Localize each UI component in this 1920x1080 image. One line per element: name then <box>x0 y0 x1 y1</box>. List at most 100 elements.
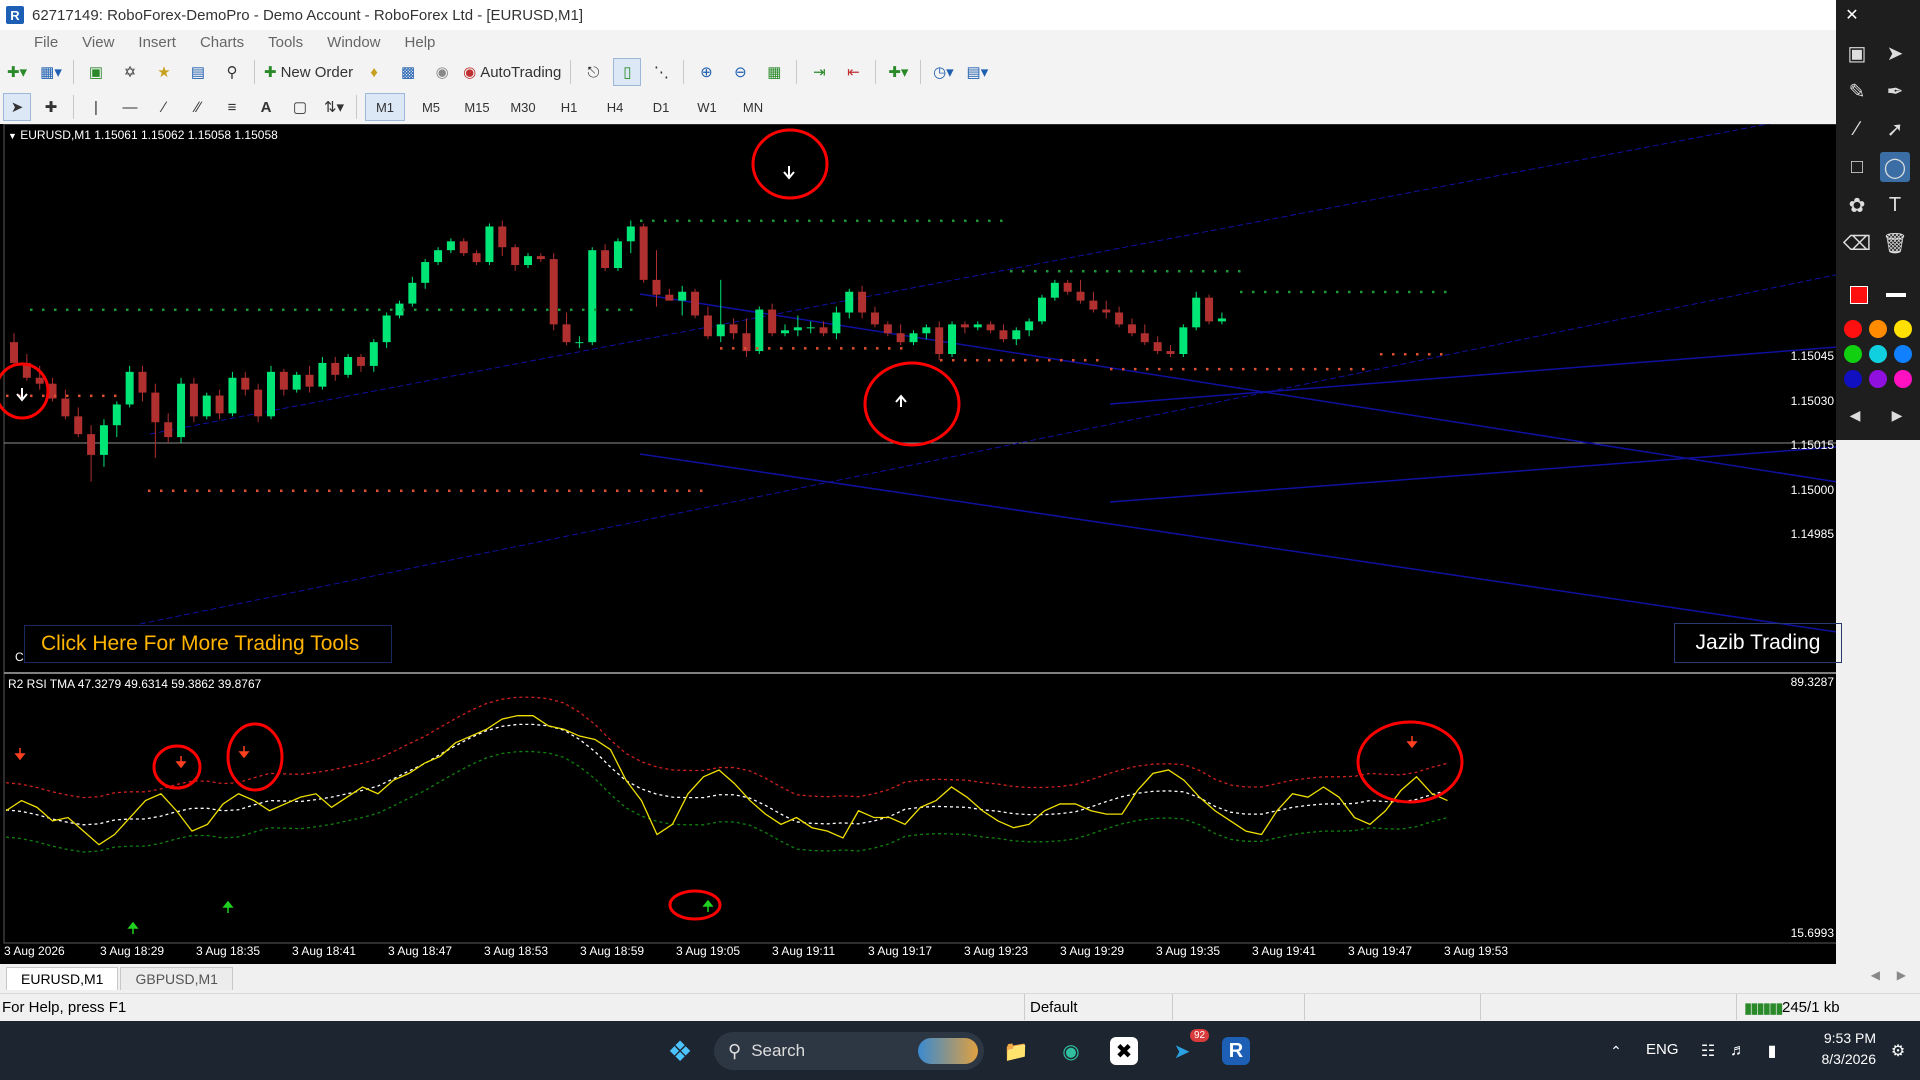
color-orange[interactable] <box>1869 320 1887 338</box>
color-green[interactable] <box>1844 345 1862 363</box>
close-icon[interactable]: ✕ <box>1837 0 1867 30</box>
color-navy[interactable] <box>1844 370 1862 388</box>
menu-file[interactable]: File <box>0 34 70 51</box>
chart-window[interactable]: ▼ EURUSD,M1 1.15061 1.15062 1.15058 1.15… <box>0 124 1842 964</box>
menu-charts[interactable]: Charts <box>188 34 256 51</box>
cursor-icon[interactable]: ➤ <box>3 93 31 121</box>
text-label-icon[interactable]: ▢ <box>286 93 314 121</box>
eraser-icon[interactable]: ⌫ <box>1842 228 1872 258</box>
clock-time[interactable]: 9:53 PM <box>1804 1030 1876 1046</box>
horizontal-line-icon[interactable]: — <box>116 93 144 121</box>
pencil-icon[interactable]: ✎ <box>1842 76 1872 106</box>
candle-body <box>1140 333 1149 343</box>
color-magenta[interactable] <box>1894 370 1912 388</box>
tab-scroll-right-icon[interactable]: ▶ <box>1897 968 1906 982</box>
line-width-icon[interactable] <box>1886 293 1906 297</box>
collapse-icon[interactable]: ▼ <box>8 131 17 141</box>
ellipse-icon[interactable]: ◯ <box>1880 152 1910 182</box>
tab-scroll-left-icon[interactable]: ◀ <box>1871 968 1880 982</box>
indicators-icon[interactable]: ✚▾ <box>884 58 912 86</box>
arrows-icon[interactable]: ⇅▾ <box>320 93 348 121</box>
tab-eurusd[interactable]: EURUSD,M1 <box>6 967 119 990</box>
color-yellow[interactable] <box>1894 320 1912 338</box>
support-dot <box>556 489 559 492</box>
edge-browser-icon[interactable]: ◉ <box>1055 1035 1087 1067</box>
next-arrow-icon[interactable]: ▶ <box>1882 400 1912 430</box>
capcut-icon[interactable]: ✖ <box>1110 1037 1138 1065</box>
color-blue[interactable] <box>1894 345 1912 363</box>
timeframe-h1[interactable]: H1 <box>549 93 589 121</box>
navigator-icon[interactable]: ★ <box>150 58 178 86</box>
text-icon[interactable]: A <box>252 93 280 121</box>
periods-icon[interactable]: ◷▾ <box>929 58 957 86</box>
volume-icon[interactable]: ♬ <box>1722 1035 1754 1067</box>
zoom-in-icon[interactable]: ⊕ <box>692 58 720 86</box>
language-indicator[interactable]: ENG <box>1646 1041 1679 1058</box>
metaeditor-icon[interactable]: ♦ <box>360 58 388 86</box>
menu-help[interactable]: Help <box>393 34 448 51</box>
file-explorer-icon[interactable]: 📁 <box>1000 1035 1032 1067</box>
timeframe-h4[interactable]: H4 <box>595 93 635 121</box>
tab-gbpusd[interactable]: GBPUSD,M1 <box>120 967 233 990</box>
menu-insert[interactable]: Insert <box>126 34 188 51</box>
timeframe-m5[interactable]: M5 <box>411 93 451 121</box>
auto-scroll-icon[interactable]: ⇥ <box>805 58 833 86</box>
taskbar-search[interactable]: ⚲ Search <box>714 1032 984 1070</box>
market-watch-icon[interactable]: ▣ <box>82 58 110 86</box>
roboforex-icon[interactable]: R <box>1222 1037 1250 1065</box>
timeframe-d1[interactable]: D1 <box>641 93 681 121</box>
timeframe-m15[interactable]: M15 <box>457 93 497 121</box>
chart-shift-icon[interactable]: ⇤ <box>839 58 867 86</box>
more-trading-tools-button[interactable]: Click Here For More Trading Tools <box>24 625 392 663</box>
equidistant-channel-icon[interactable]: ∕∕ <box>184 93 212 121</box>
trash-icon[interactable]: 🗑 <box>1880 228 1910 258</box>
menu-view[interactable]: View <box>70 34 126 51</box>
data-window-icon[interactable]: ✡ <box>116 58 144 86</box>
timeframe-w1[interactable]: W1 <box>687 93 727 121</box>
color-cyan[interactable] <box>1869 345 1887 363</box>
notification-icon[interactable]: ⚙ <box>1882 1035 1914 1067</box>
signals-icon[interactable]: ▩ <box>394 58 422 86</box>
market-icon[interactable]: ◉ <box>428 58 456 86</box>
current-color-swatch[interactable] <box>1850 286 1868 304</box>
tray-chevron-icon[interactable]: ⌃ <box>1600 1035 1632 1067</box>
palette-icon[interactable]: ✿ <box>1842 190 1872 220</box>
battery-icon[interactable]: ▮ <box>1756 1035 1788 1067</box>
color-red[interactable] <box>1844 320 1862 338</box>
templates-icon[interactable]: ▤▾ <box>963 58 991 86</box>
candlestick-icon[interactable]: ▯ <box>613 58 642 86</box>
crosshair-icon[interactable]: ✚ <box>37 93 65 121</box>
new-chart-icon[interactable]: ✚▾ <box>3 58 31 86</box>
timeframe-mn[interactable]: MN <box>733 93 773 121</box>
profiles-icon[interactable]: ▦▾ <box>37 58 65 86</box>
pointer-icon[interactable]: ➤ <box>1880 38 1910 68</box>
autotrading-button[interactable]: ◉ AutoTrading <box>462 58 562 86</box>
timeframe-m1[interactable]: M1 <box>365 93 405 121</box>
zoom-out-icon[interactable]: ⊖ <box>726 58 754 86</box>
prev-arrow-icon[interactable]: ◀ <box>1840 400 1870 430</box>
tile-windows-icon[interactable]: ▦ <box>760 58 788 86</box>
timeframe-m30[interactable]: M30 <box>503 93 543 121</box>
vertical-line-icon[interactable]: | <box>82 93 110 121</box>
resistance-dot <box>868 219 871 223</box>
screen-icon[interactable]: ▣ <box>1842 38 1872 68</box>
trendline-icon[interactable]: ∕ <box>150 93 178 121</box>
menu-window[interactable]: Window <box>315 34 392 51</box>
rectangle-icon[interactable]: □ <box>1842 152 1872 182</box>
menu-tools[interactable]: Tools <box>256 34 315 51</box>
wifi-icon[interactable]: ☷ <box>1692 1035 1724 1067</box>
color-purple[interactable] <box>1869 370 1887 388</box>
text-tool-icon[interactable]: T <box>1880 190 1910 220</box>
line-chart-icon[interactable]: ⋱ <box>647 58 675 86</box>
marker-icon[interactable]: ✒ <box>1880 76 1910 106</box>
bar-chart-icon[interactable]: ⎋ <box>579 58 607 86</box>
clock-date[interactable]: 8/3/2026 <box>1804 1051 1877 1067</box>
line-icon[interactable]: ∕ <box>1842 114 1872 144</box>
chart-canvas[interactable] <box>0 124 1836 964</box>
strategy-tester-icon[interactable]: ⚲ <box>218 58 246 86</box>
fibonacci-icon[interactable]: ≡ <box>218 93 246 121</box>
terminal-icon[interactable]: ▤ <box>184 58 212 86</box>
arrow-icon[interactable]: ➚ <box>1880 114 1910 144</box>
new-order-button[interactable]: ✚ New Order <box>263 58 354 86</box>
windows-start-icon[interactable]: ❖ <box>664 1035 696 1067</box>
